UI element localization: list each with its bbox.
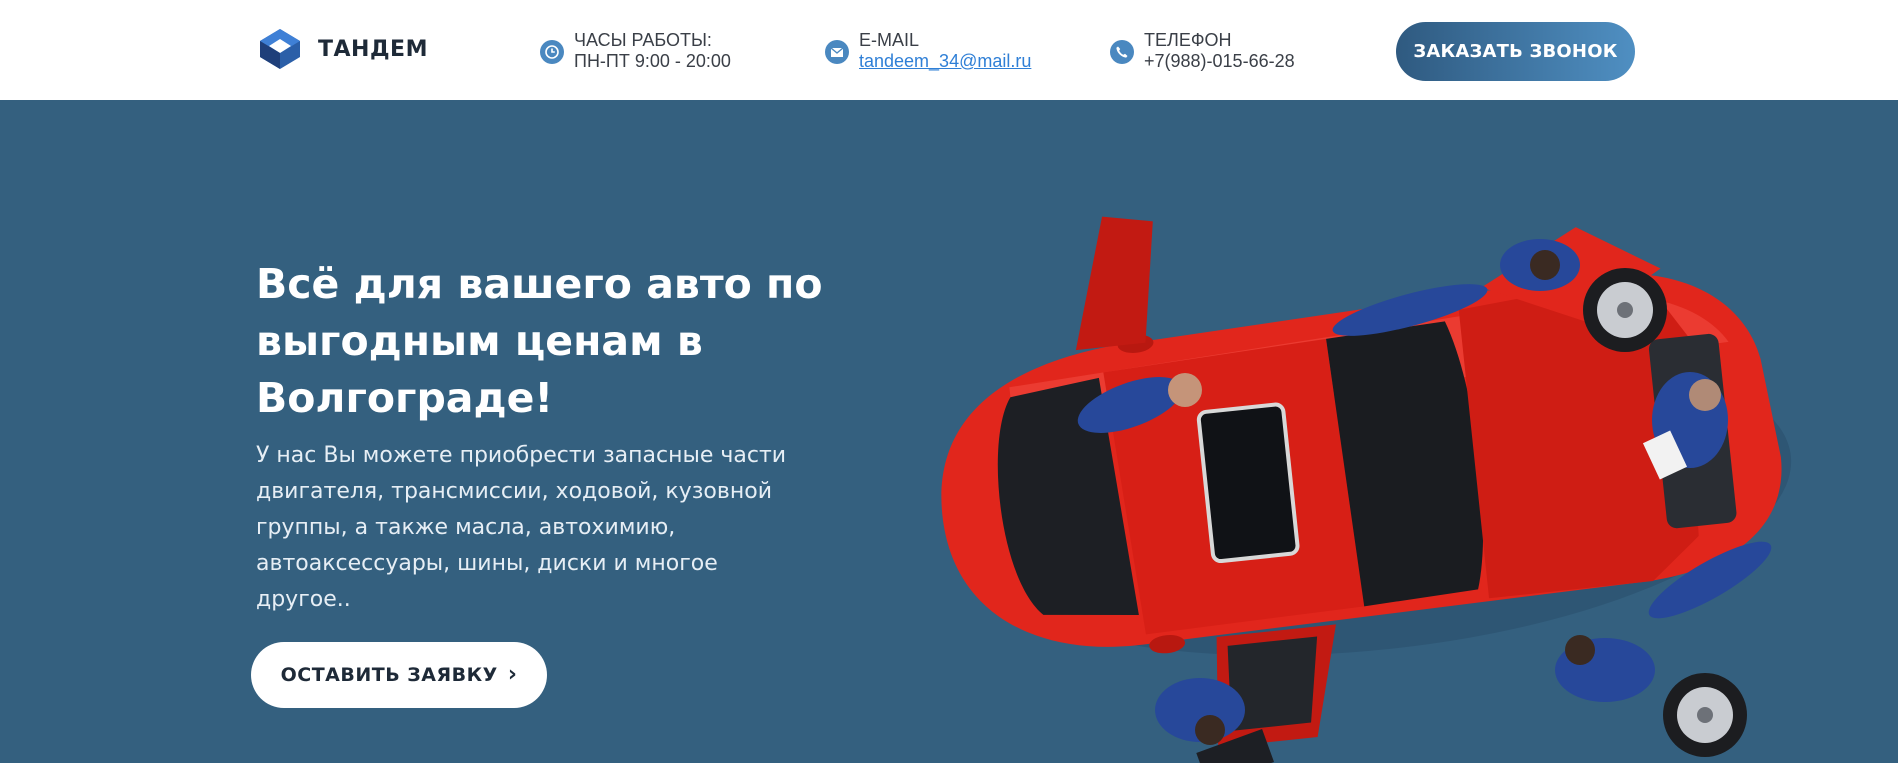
hours-label: ЧАСЫ РАБОТЫ: xyxy=(574,30,712,50)
order-call-button[interactable]: ЗАКАЗАТЬ ЗВОНОК xyxy=(1396,22,1635,81)
site-header: ТАНДЕМ ЧАСЫ РАБОТЫ: ПН-ПТ 9:00 - 20:00 E… xyxy=(0,0,1898,100)
phone-icon xyxy=(1110,40,1134,64)
logo-text: ТАНДЕМ xyxy=(318,36,428,62)
email-link[interactable]: tandeem_34@mail.ru xyxy=(859,51,1031,72)
logo[interactable]: ТАНДЕМ xyxy=(258,27,428,71)
phone-info: ТЕЛЕФОН +7(988)-015-66-28 xyxy=(1110,30,1295,72)
phone-value[interactable]: +7(988)-015-66-28 xyxy=(1144,51,1295,72)
hero-description: У нас Вы можете приобрести запасные част… xyxy=(256,443,787,612)
phone-label: ТЕЛЕФОН xyxy=(1144,30,1232,50)
leave-request-label: ОСТАВИТЬ ЗАЯВКУ xyxy=(280,664,498,686)
hours-value: ПН-ПТ 9:00 - 20:00 xyxy=(574,51,731,71)
hero-section: Всё для вашего авто по выгодным ценам в … xyxy=(0,100,1898,763)
chevron-right-icon: › xyxy=(507,662,518,687)
email-label: E-MAIL xyxy=(859,30,920,50)
email-info: E-MAIL tandeem_34@mail.ru xyxy=(825,30,1031,72)
envelope-icon xyxy=(825,40,849,64)
working-hours: ЧАСЫ РАБОТЫ: ПН-ПТ 9:00 - 20:00 xyxy=(540,30,731,72)
leave-request-button[interactable]: ОСТАВИТЬ ЗАЯВКУ › xyxy=(251,642,547,708)
logo-icon xyxy=(260,29,300,69)
clock-icon xyxy=(540,40,564,64)
hero-title: Всё для вашего авто по выгодным ценам в … xyxy=(256,260,823,422)
car-mechanics-image xyxy=(941,216,1792,763)
